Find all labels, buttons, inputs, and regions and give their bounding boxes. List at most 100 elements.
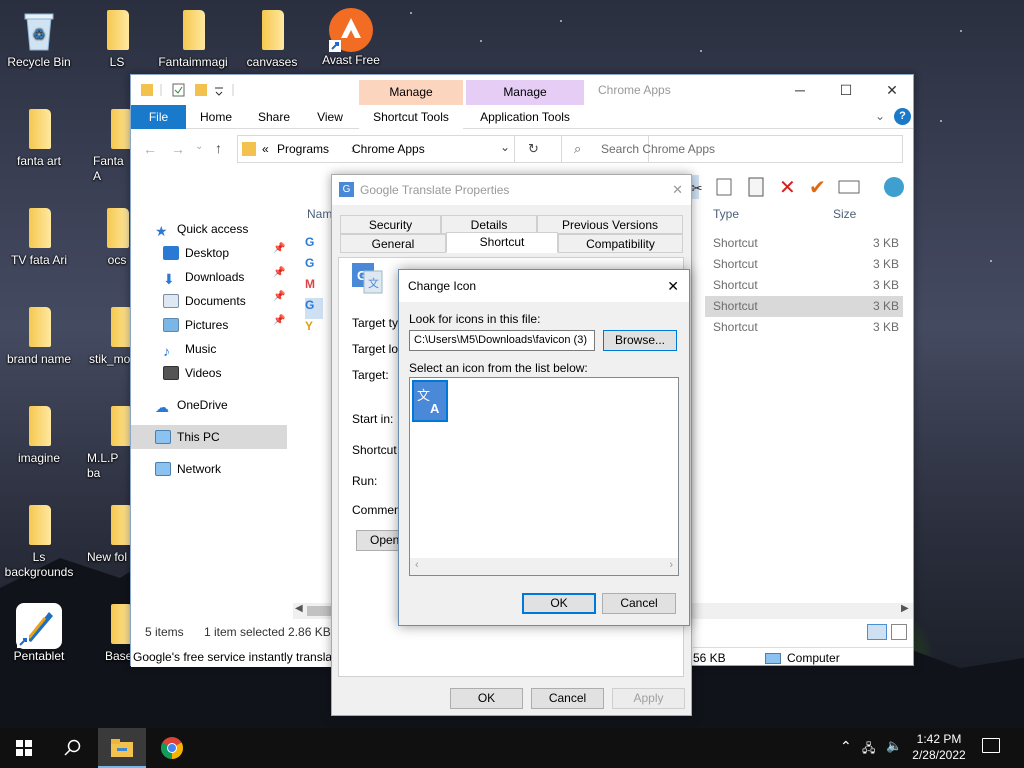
- change-icon-dialog[interactable]: Change Icon ✕ Look for icons in this fil…: [398, 269, 690, 626]
- notification-icon[interactable]: [982, 738, 1000, 753]
- desktop-icon-ls[interactable]: LS: [79, 8, 155, 70]
- nav-downloads[interactable]: ⬇ Downloads: [163, 265, 244, 289]
- tab-application-tools[interactable]: Application Tools: [466, 105, 584, 129]
- desktop-icon-fantaimmagi[interactable]: Fantaimmagi: [155, 8, 231, 70]
- scroll-right-icon[interactable]: ▶: [901, 603, 909, 614]
- icon-file-path-input[interactable]: C:\Users\M5\Downloads\favicon (3): [409, 330, 595, 351]
- desktop-icon-canvases[interactable]: canvases: [234, 8, 310, 70]
- tab-compatibility[interactable]: Compatibility: [558, 234, 683, 253]
- browse-button[interactable]: Browse...: [603, 330, 677, 351]
- minimize-button[interactable]: ─: [777, 75, 823, 105]
- volume-icon[interactable]: 🔈: [886, 738, 902, 754]
- desktop-icon-tv-fata-ari[interactable]: TV fata Ari: [1, 206, 77, 268]
- apply-button[interactable]: Apply: [612, 688, 685, 709]
- breadcrumb-programs[interactable]: Programs: [277, 142, 329, 156]
- desktop-icon-recycle-bin[interactable]: ♻ Recycle Bin: [1, 8, 77, 70]
- tab-general[interactable]: General: [340, 234, 446, 253]
- nav-network[interactable]: Network: [155, 457, 221, 481]
- tab-security[interactable]: Security: [340, 215, 441, 234]
- scroll-right-icon[interactable]: ›: [669, 559, 673, 571]
- cancel-button[interactable]: Cancel: [531, 688, 604, 709]
- ribbon-expand-icon[interactable]: ⌄: [875, 109, 885, 123]
- table-row[interactable]: Shortcut 3 KB: [705, 317, 903, 338]
- table-row[interactable]: Shortcut 3 KB: [705, 233, 903, 254]
- tab-home[interactable]: Home: [191, 105, 241, 129]
- close-button[interactable]: ✕: [869, 75, 915, 105]
- chevron-up-icon[interactable]: ⌃: [840, 738, 852, 755]
- nav-videos[interactable]: Videos: [163, 361, 221, 385]
- desktop-icon-fanta-art[interactable]: fanta art: [1, 107, 77, 169]
- tiles-view-icon[interactable]: [891, 624, 907, 640]
- nav-documents[interactable]: Documents: [163, 289, 246, 313]
- back-arrow-icon[interactable]: ←: [143, 141, 157, 157]
- cancel-button[interactable]: Cancel: [602, 593, 676, 614]
- translate-icon[interactable]: 文 A: [412, 380, 448, 422]
- start-button[interactable]: [0, 728, 48, 768]
- desktop-icon-fanta-a[interactable]: Fanta A: [79, 107, 131, 184]
- forward-arrow-icon[interactable]: →: [171, 141, 185, 157]
- scroll-left-icon[interactable]: ‹: [415, 559, 419, 571]
- search-icon: ⌕: [574, 141, 582, 156]
- desktop-icon-brand-name[interactable]: brand name: [1, 305, 77, 367]
- maximize-button[interactable]: ☐: [823, 75, 869, 105]
- details-view-icon[interactable]: [867, 624, 887, 640]
- nav-quick-access[interactable]: ★ Quick access: [155, 217, 248, 241]
- nav-music[interactable]: ♪ Music: [163, 337, 216, 361]
- change-icon-titlebar[interactable]: Change Icon ✕: [399, 270, 689, 302]
- tab-shortcut[interactable]: Shortcut: [446, 232, 558, 253]
- table-row[interactable]: Shortcut 3 KB: [705, 296, 903, 317]
- gmail-icon: M: [305, 277, 315, 291]
- network-icon: [155, 462, 171, 476]
- manage-shortcut-tab[interactable]: Manage: [359, 80, 463, 105]
- tab-share[interactable]: Share: [249, 105, 299, 129]
- table-row[interactable]: Shortcut 3 KB: [705, 254, 903, 275]
- desktop-icon-avast[interactable]: Avast Free: [313, 6, 389, 68]
- close-icon[interactable]: ✕: [672, 175, 683, 205]
- search-button[interactable]: [48, 728, 96, 768]
- icon-list-scrollbar[interactable]: ‹ ›: [410, 558, 678, 575]
- manage-application-tab[interactable]: Manage: [466, 80, 584, 105]
- explorer-titlebar[interactable]: Manage Manage Chrome Apps ─ ☐ ✕: [131, 75, 913, 105]
- nav-desktop[interactable]: Desktop: [163, 241, 229, 265]
- desktop-icon-stik-mo[interactable]: stik_mo: [79, 305, 131, 367]
- tab-shortcut-tools[interactable]: Shortcut Tools: [359, 105, 463, 129]
- desktop-icon-pentablet[interactable]: Pentablet: [1, 602, 77, 664]
- breadcrumb-chrome-apps[interactable]: Chrome Apps: [352, 142, 425, 156]
- refresh-icon[interactable]: ↻: [528, 141, 539, 157]
- desktop-icon-mlp-ba[interactable]: M.L.P ba: [79, 404, 131, 481]
- properties-titlebar[interactable]: G Google Translate Properties ✕: [332, 175, 691, 205]
- nav-this-pc[interactable]: This PC: [131, 425, 287, 449]
- nav-pictures[interactable]: Pictures: [163, 313, 228, 337]
- tab-file[interactable]: File: [131, 105, 186, 129]
- recent-dropdown-icon[interactable]: ⌄: [195, 141, 203, 152]
- tab-previous-versions[interactable]: Previous Versions: [537, 215, 683, 234]
- chevron-down-icon[interactable]: ⌄: [500, 140, 510, 154]
- help-icon[interactable]: ?: [894, 108, 911, 125]
- search-box[interactable]: ⌕ Search Chrome Apps: [561, 135, 903, 163]
- network-icon[interactable]: 🖧: [862, 739, 875, 760]
- column-type[interactable]: Type: [713, 207, 739, 221]
- desktop-icon-base[interactable]: Base: [79, 602, 131, 664]
- ok-button[interactable]: OK: [522, 593, 596, 614]
- folder-icon: [29, 406, 51, 446]
- close-icon[interactable]: ✕: [667, 270, 679, 302]
- desktop-icon-imagine[interactable]: imagine: [1, 404, 77, 466]
- tab-view[interactable]: View: [306, 105, 354, 129]
- desktop-icon-ls-backgrounds[interactable]: Ls backgrounds: [1, 503, 77, 580]
- column-name[interactable]: Nam: [307, 207, 332, 221]
- scroll-left-icon[interactable]: ◀: [295, 603, 303, 614]
- ok-button[interactable]: OK: [450, 688, 523, 709]
- nav-onedrive[interactable]: ☁ OneDrive: [155, 393, 228, 417]
- search-input[interactable]: Search Chrome Apps: [601, 142, 715, 156]
- up-arrow-icon[interactable]: ↑: [215, 140, 222, 156]
- recycle-bin-icon: ♻: [24, 13, 54, 51]
- taskbar-file-explorer[interactable]: [98, 728, 146, 768]
- column-size[interactable]: Size: [833, 207, 856, 221]
- desktop-icon: [163, 246, 179, 260]
- table-row[interactable]: Shortcut 3 KB: [705, 275, 903, 296]
- toolbar-icons[interactable]: ✂ ✕ ✔: [687, 175, 913, 199]
- taskbar-chrome[interactable]: [148, 728, 196, 768]
- desktop-icon-new-fol[interactable]: New fol: [79, 503, 131, 565]
- icon-list[interactable]: 文 A ‹ ›: [409, 377, 679, 576]
- clock[interactable]: 1:42 PM 2/28/2022: [912, 731, 966, 763]
